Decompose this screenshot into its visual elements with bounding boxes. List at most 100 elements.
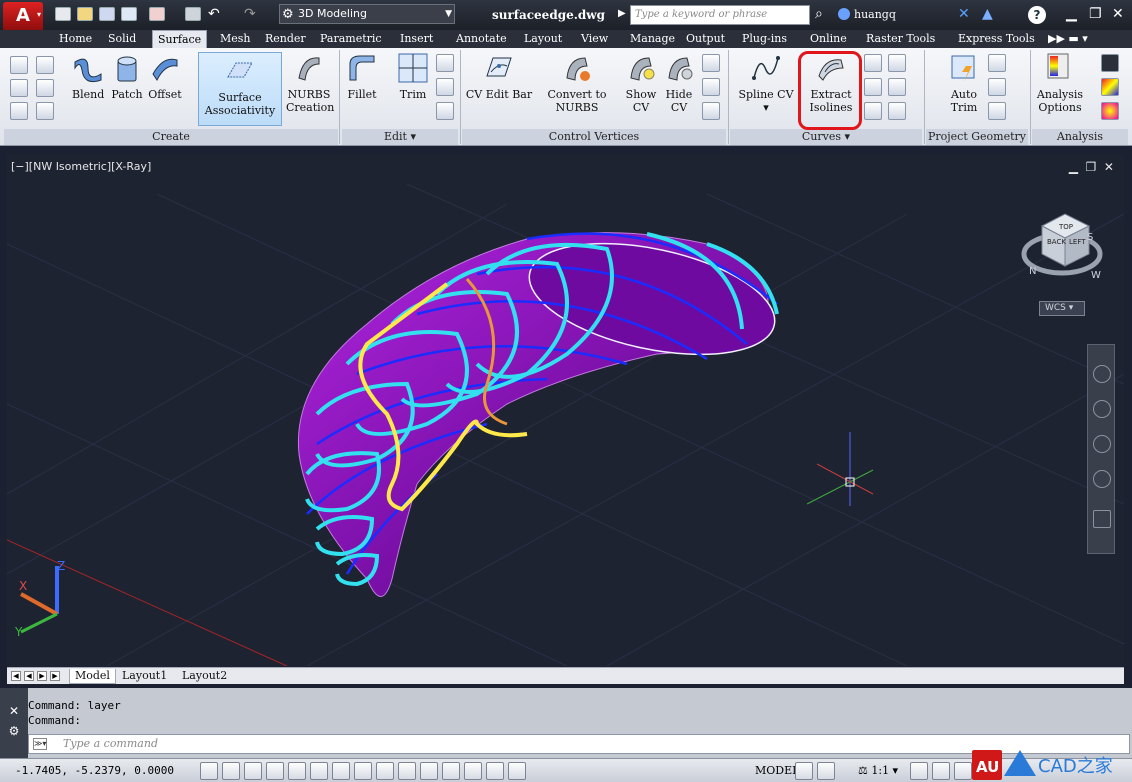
curvature-icon[interactable]: [1101, 78, 1119, 96]
3d-object-snap-icon[interactable]: [332, 762, 350, 780]
search-expand-icon[interactable]: ▶: [618, 8, 626, 19]
quick-view-drawings-icon[interactable]: [817, 762, 835, 780]
show-cv-button[interactable]: Show CV: [624, 52, 658, 114]
project-geometry-panel-title[interactable]: Project Geometry: [926, 129, 1028, 145]
rebuild-icon[interactable]: [702, 54, 720, 72]
control-vertices-panel-title[interactable]: Control Vertices: [462, 129, 726, 145]
patch-button[interactable]: Patch: [110, 52, 144, 101]
previous-layout-icon[interactable]: ◀: [24, 671, 34, 681]
revolve-icon[interactable]: [10, 102, 28, 120]
annotation-scale[interactable]: ⚖ 1:1 ▾: [858, 764, 898, 777]
project-two-points-icon[interactable]: [988, 102, 1006, 120]
tab-express-tools[interactable]: Express Tools: [958, 30, 1035, 48]
pan-icon[interactable]: [1093, 400, 1111, 418]
analysis-options-button[interactable]: Analysis Options: [1034, 52, 1086, 114]
help-icon[interactable]: ?: [1028, 6, 1046, 24]
spline-fit-icon[interactable]: [888, 54, 906, 72]
tab-raster-tools[interactable]: Raster Tools: [866, 30, 935, 48]
add-cv-icon[interactable]: [702, 78, 720, 96]
next-layout-icon[interactable]: ▶: [37, 671, 47, 681]
viewport-window-controls[interactable]: ▁ ❐ ✕: [1069, 160, 1114, 174]
tab-view[interactable]: View: [581, 30, 608, 48]
loft-icon[interactable]: [10, 79, 28, 97]
workspace-select[interactable]: ⚙ 3D Modeling ▼: [279, 4, 455, 24]
annotation-visibility-icon[interactable]: [910, 762, 928, 780]
annotation-monitor-icon[interactable]: [508, 762, 526, 780]
open-icon[interactable]: [77, 7, 93, 21]
command-input[interactable]: ≫▾ Type a command: [28, 734, 1130, 754]
customize-icon[interactable]: ⚙: [0, 724, 28, 738]
hide-cv-button[interactable]: Hide CV: [662, 52, 696, 114]
arc-icon[interactable]: [864, 78, 882, 96]
new-icon[interactable]: [55, 7, 71, 21]
showmotion-icon[interactable]: [1093, 510, 1111, 528]
extrude-icon[interactable]: [36, 79, 54, 97]
exchange-icon[interactable]: ✕: [958, 6, 970, 22]
project-view-icon[interactable]: [988, 78, 1006, 96]
offset-button[interactable]: Offset: [146, 52, 184, 101]
convert-to-nurbs-button[interactable]: Convert to NURBS: [544, 52, 610, 114]
tab-insert[interactable]: Insert: [400, 30, 433, 48]
binoculars-icon[interactable]: ⌕: [815, 6, 823, 22]
tab-online[interactable]: Online: [810, 30, 847, 48]
auto-trim-button[interactable]: Auto Trim: [944, 52, 984, 114]
tab-plugins[interactable]: Plug-ins: [742, 30, 787, 48]
create-panel-title[interactable]: Create: [4, 129, 338, 145]
curves-panel-title[interactable]: Curves ▾: [730, 129, 922, 145]
save-as-icon[interactable]: [121, 7, 137, 21]
tab-mesh[interactable]: Mesh: [220, 30, 251, 48]
tab-output[interactable]: Output: [686, 30, 725, 48]
project-ucs-icon[interactable]: [988, 54, 1006, 72]
steering-wheel-icon[interactable]: [1093, 365, 1111, 383]
surface-associativity-button[interactable]: Surface Associativity: [198, 52, 282, 126]
object-snap-tracking-icon[interactable]: [354, 762, 372, 780]
drawing-viewport[interactable]: Z X Y BACK LEFT TOP N W S [−][NW Isometr…: [7, 154, 1124, 666]
export-icon[interactable]: [149, 7, 165, 21]
save-icon[interactable]: [99, 7, 115, 21]
fillet-button[interactable]: Fillet: [343, 52, 381, 101]
tab-layout2[interactable]: Layout2: [177, 669, 232, 684]
edit-panel-title[interactable]: Edit ▾: [342, 129, 458, 145]
ortho-mode-icon[interactable]: [266, 762, 284, 780]
untrim-icon[interactable]: [436, 78, 454, 96]
extract-edges-icon[interactable]: [864, 54, 882, 72]
tab-solid[interactable]: Solid: [108, 30, 136, 48]
zoom-icon[interactable]: [1093, 435, 1111, 453]
transparency-icon[interactable]: [442, 762, 460, 780]
extend-icon[interactable]: [436, 54, 454, 72]
lineweight-icon[interactable]: [420, 762, 438, 780]
draft-icon[interactable]: [1101, 102, 1119, 120]
command-prompt-icon[interactable]: ≫▾: [33, 738, 47, 750]
tab-model[interactable]: Model: [69, 669, 116, 684]
autodesk-360-icon[interactable]: ▲: [982, 6, 993, 22]
tab-layout1[interactable]: Layout1: [117, 669, 172, 684]
object-snap-icon[interactable]: [310, 762, 328, 780]
dynamic-input-icon[interactable]: [398, 762, 416, 780]
first-layout-icon[interactable]: ◀: [11, 671, 21, 681]
auto-scale-icon[interactable]: [932, 762, 950, 780]
line-icon[interactable]: [864, 102, 882, 120]
tab-surface[interactable]: Surface: [152, 30, 208, 48]
close-icon[interactable]: ✕: [0, 704, 28, 718]
snap-mode-icon[interactable]: [222, 762, 240, 780]
wcs-menu[interactable]: WCS ▾: [1039, 301, 1085, 316]
tab-manage[interactable]: Manage: [630, 30, 675, 48]
orbit-icon[interactable]: [1093, 470, 1111, 488]
application-menu-button[interactable]: A ▾: [3, 2, 43, 32]
polar-tracking-icon[interactable]: [288, 762, 306, 780]
more-tabs-icon[interactable]: ▶▶ ▬ ▾: [1048, 30, 1088, 48]
sweep-icon[interactable]: [36, 102, 54, 120]
user-signin[interactable]: huangq: [838, 8, 896, 21]
selection-cycling-icon[interactable]: [486, 762, 504, 780]
dynamic-ucs-icon[interactable]: [376, 762, 394, 780]
zebra-icon[interactable]: [1101, 54, 1119, 72]
polyline-icon[interactable]: [888, 78, 906, 96]
model-space-toggle[interactable]: MODEL: [755, 764, 799, 777]
grid-display-icon[interactable]: [244, 762, 262, 780]
remove-cv-icon[interactable]: [702, 102, 720, 120]
circle-icon[interactable]: [888, 102, 906, 120]
quick-view-layouts-icon[interactable]: [795, 762, 813, 780]
workspace-switching-icon[interactable]: [954, 762, 972, 780]
tab-layout[interactable]: Layout: [524, 30, 562, 48]
planar-surface-icon[interactable]: [36, 56, 54, 74]
